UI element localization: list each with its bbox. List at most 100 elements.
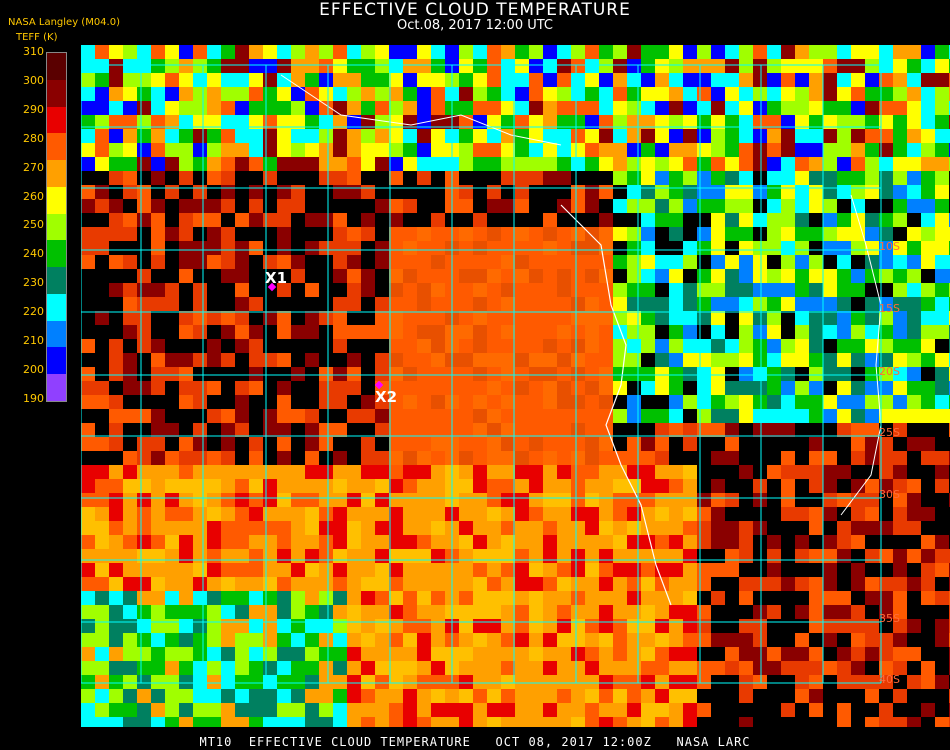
cloud-cell — [655, 647, 669, 661]
cloud-cell — [907, 73, 921, 87]
cloud-cell — [137, 703, 151, 717]
cloud-cell — [767, 437, 781, 451]
cloud-cell — [95, 577, 109, 591]
cloud-cell — [151, 605, 165, 619]
cloud-cell — [753, 703, 767, 717]
cloud-cell — [529, 493, 543, 507]
cloud-cell — [571, 605, 585, 619]
cloud-cell — [907, 199, 921, 213]
cloud-cell — [655, 465, 669, 479]
cloud-cell — [151, 227, 165, 241]
cloud-cell — [291, 465, 305, 479]
cloud-cell — [193, 311, 207, 325]
cloud-cell — [473, 521, 487, 535]
cloud-cell — [851, 423, 865, 437]
cloud-cell — [417, 45, 431, 59]
cloud-cell — [305, 325, 319, 339]
cloud-cell — [767, 717, 781, 727]
cloud-cell — [123, 619, 137, 633]
cloud-cell — [809, 633, 823, 647]
cloud-cell — [361, 157, 375, 171]
cloud-cell — [263, 157, 277, 171]
cloud-cell — [921, 213, 935, 227]
cloud-cell — [123, 101, 137, 115]
cloud-cell — [487, 227, 501, 241]
cloud-cell — [403, 703, 417, 717]
cloud-cell — [823, 521, 837, 535]
cloud-cell — [487, 297, 501, 311]
cloud-cell — [235, 395, 249, 409]
cloud-cell — [249, 185, 263, 199]
cloud-cell — [123, 241, 137, 255]
cloud-cell — [599, 101, 613, 115]
cloud-cell — [179, 591, 193, 605]
cloud-cell — [893, 255, 907, 269]
cloud-cell — [571, 451, 585, 465]
cloud-cell — [669, 605, 683, 619]
cloud-cell — [221, 675, 235, 689]
cloud-cell — [753, 227, 767, 241]
cloud-cell — [725, 185, 739, 199]
cloud-cell — [627, 367, 641, 381]
cloud-cell — [921, 241, 935, 255]
cloud-cell — [235, 605, 249, 619]
cloud-cell — [263, 367, 277, 381]
cloud-cell — [165, 479, 179, 493]
cloud-cell — [459, 661, 473, 675]
cloud-cell — [767, 101, 781, 115]
cloud-cell — [333, 717, 347, 727]
cloud-cell — [697, 675, 711, 689]
cloud-cell — [683, 381, 697, 395]
cloud-cell — [669, 409, 683, 423]
cloud-cell — [123, 339, 137, 353]
cloud-cell — [557, 479, 571, 493]
cloud-cell — [151, 157, 165, 171]
cloud-cell — [753, 73, 767, 87]
cloud-cell — [851, 549, 865, 563]
cloud-cell — [235, 45, 249, 59]
cloud-cell — [683, 101, 697, 115]
cloud-cell — [543, 437, 557, 451]
cloud-cell — [151, 493, 165, 507]
cloud-cell — [249, 339, 263, 353]
cloud-cell — [487, 465, 501, 479]
cloud-cell — [767, 395, 781, 409]
cloud-cell — [403, 45, 417, 59]
cloud-cell — [529, 633, 543, 647]
cloud-cell — [585, 689, 599, 703]
cloud-cell — [809, 325, 823, 339]
cloud-cell — [571, 227, 585, 241]
cloud-cell — [403, 717, 417, 727]
cloud-cell — [739, 311, 753, 325]
cloud-cell — [711, 241, 725, 255]
cloud-cell — [893, 59, 907, 73]
cloud-cell — [935, 437, 949, 451]
cloud-cell — [319, 283, 333, 297]
cloud-cell — [711, 143, 725, 157]
cloud-cell — [487, 73, 501, 87]
cloud-cell — [235, 535, 249, 549]
cloud-cell — [837, 325, 851, 339]
cloud-cell — [837, 87, 851, 101]
cloud-cell — [921, 395, 935, 409]
cloud-cell — [907, 325, 921, 339]
cloud-cell — [375, 717, 389, 727]
cloud-cell — [305, 633, 319, 647]
cloud-cell — [809, 339, 823, 353]
cloud-cell — [529, 479, 543, 493]
cloud-cell — [431, 675, 445, 689]
cloud-cell — [501, 451, 515, 465]
cloud-cell — [137, 717, 151, 727]
cloud-cell — [333, 465, 347, 479]
cloud-cell — [753, 367, 767, 381]
cloud-cell — [403, 647, 417, 661]
cloud-cell — [263, 325, 277, 339]
cloud-cell — [739, 521, 753, 535]
cloud-cell — [571, 479, 585, 493]
cloud-cell — [319, 661, 333, 675]
cloud-cell — [795, 157, 809, 171]
cloud-cell — [347, 213, 361, 227]
cloud-cell — [473, 395, 487, 409]
cloud-cell — [361, 339, 375, 353]
cloud-cell — [935, 395, 949, 409]
